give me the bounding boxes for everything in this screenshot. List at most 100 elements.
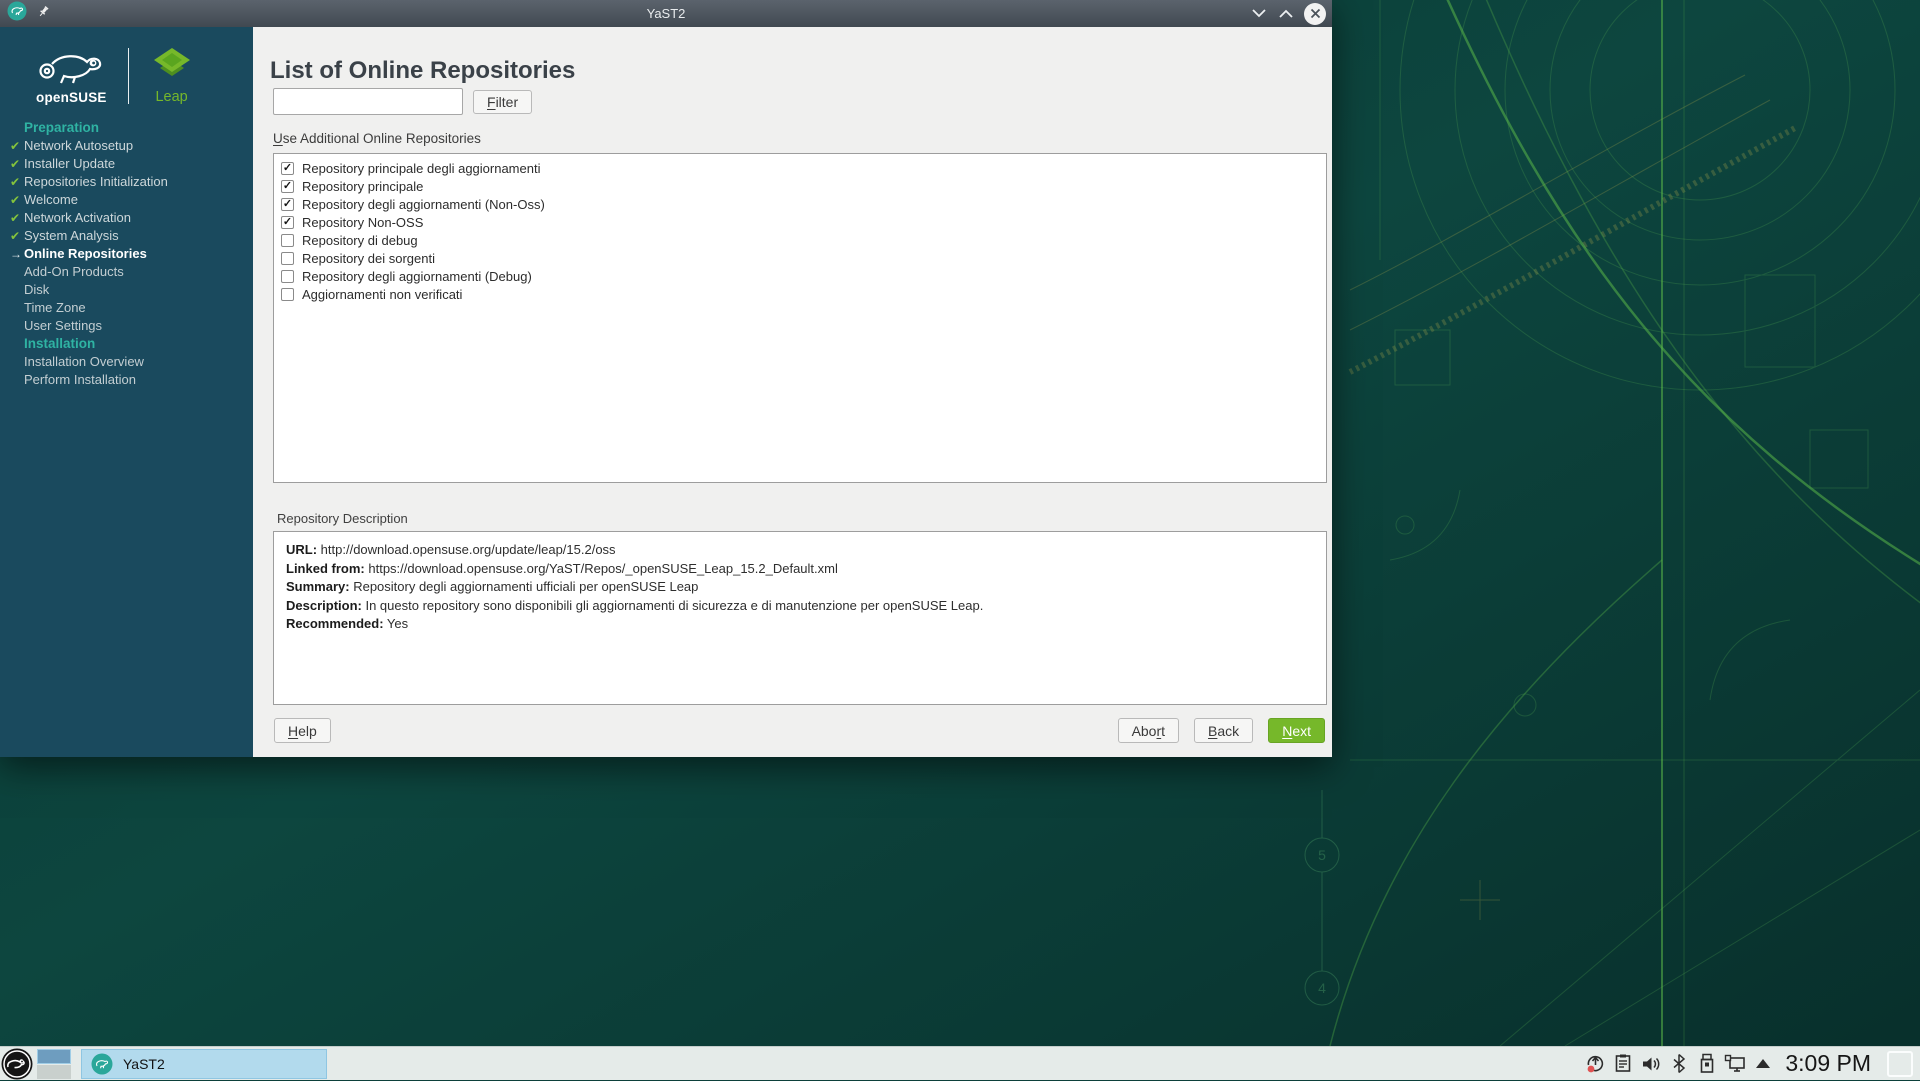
step-label: Network Activation — [24, 210, 131, 225]
pager-desktop-2[interactable] — [37, 1065, 71, 1079]
description-field-value: http://download.opensuse.org/update/leap… — [321, 542, 616, 557]
filter-button-key: F — [487, 94, 496, 110]
filter-input[interactable] — [273, 88, 463, 115]
virtual-desktop-pager[interactable] — [37, 1049, 71, 1079]
installer-step: Add-On Products — [10, 263, 247, 281]
task-label: YaST2 — [123, 1056, 165, 1072]
minimize-icon[interactable] — [1250, 5, 1268, 23]
installer-step: Installation — [10, 335, 247, 353]
description-line: Linked from: https://download.opensuse.o… — [286, 560, 1314, 579]
repository-row[interactable]: Aggiornamenti non verificati — [281, 285, 1326, 303]
opensuse-chameleon-logo — [37, 71, 105, 88]
description-line: URL: http://download.opensuse.org/update… — [286, 541, 1314, 560]
description-field-label: Recommended: — [286, 616, 384, 631]
repository-row[interactable]: Repository di debug — [281, 231, 1326, 249]
task-button-yast2[interactable]: YaST2 — [81, 1049, 327, 1079]
app-launcher-button[interactable] — [0, 1047, 34, 1081]
description-field-value: In questo repository sono disponibili gl… — [365, 598, 983, 613]
expand-tray-icon[interactable] — [1751, 1052, 1775, 1076]
pin-icon[interactable] — [37, 5, 50, 23]
repository-label: Repository di debug — [302, 233, 418, 248]
filter-button-post: ilter — [496, 94, 519, 110]
back-button[interactable]: Back — [1194, 718, 1253, 743]
maximize-icon[interactable] — [1277, 5, 1295, 23]
yast2-window: YaST2 — [0, 0, 1332, 757]
checkbox[interactable]: ✓ — [281, 162, 294, 175]
step-marker-icon: ✔ — [10, 191, 24, 209]
filter-button[interactable]: Filter — [473, 90, 532, 114]
checkbox[interactable] — [281, 288, 294, 301]
description-field-label: URL: — [286, 542, 317, 557]
checkbox[interactable]: ✓ — [281, 198, 294, 211]
description-line: Description: In questo repository sono d… — [286, 597, 1314, 616]
clipboard-icon[interactable] — [1611, 1052, 1635, 1076]
step-label: Perform Installation — [24, 372, 136, 387]
checkbox[interactable] — [281, 252, 294, 265]
step-marker-icon: ✔ — [10, 155, 24, 173]
installer-step: →Online Repositories — [10, 245, 247, 263]
description-field-label: Linked from: — [286, 561, 365, 576]
checkbox[interactable]: ✓ — [281, 180, 294, 193]
step-label: Time Zone — [24, 300, 86, 315]
description-field-value: Yes — [387, 616, 408, 631]
installer-step: Preparation — [10, 119, 247, 137]
step-marker-icon: ✔ — [10, 227, 24, 245]
volume-icon[interactable] — [1639, 1052, 1663, 1076]
installer-steps: Preparation ✔Network Autosetup ✔Installe… — [0, 113, 253, 389]
repository-row[interactable]: ✓ Repository Non-OSS — [281, 213, 1326, 231]
repository-description: URL: http://download.opensuse.org/update… — [273, 531, 1327, 705]
installer-step: Disk — [10, 281, 247, 299]
next-button[interactable]: Next — [1268, 718, 1325, 743]
close-icon[interactable] — [1304, 3, 1326, 25]
bluetooth-icon[interactable] — [1667, 1052, 1691, 1076]
step-marker-icon: ✔ — [10, 137, 24, 155]
repository-label: Repository Non-OSS — [302, 215, 423, 230]
checkbox[interactable]: ✓ — [281, 216, 294, 229]
installer-step: ✔Network Activation — [10, 209, 247, 227]
repository-list[interactable]: ✓ Repository principale degli aggiorname… — [273, 153, 1327, 483]
leap-diamond-logo — [150, 71, 194, 88]
step-marker-icon: → — [10, 245, 24, 263]
description-line: Recommended: Yes — [286, 615, 1314, 634]
description-field-value: Repository degli aggiornamenti ufficiali… — [353, 579, 698, 594]
repository-row[interactable]: Repository dei sorgenti — [281, 249, 1326, 267]
yast-app-icon — [7, 1, 27, 26]
checkbox[interactable] — [281, 270, 294, 283]
yast-task-icon — [91, 1053, 113, 1075]
step-label: Installer Update — [24, 156, 115, 171]
step-label: Installation — [24, 336, 95, 351]
main-pane: List of Online Repositories Filter Use A… — [253, 27, 1332, 757]
description-label: Repository Description — [277, 511, 408, 526]
description-field-value: https://download.opensuse.org/YaST/Repos… — [368, 561, 838, 576]
step-label: Preparation — [24, 120, 99, 135]
repository-row[interactable]: ✓ Repository principale — [281, 177, 1326, 195]
step-label: User Settings — [24, 318, 102, 333]
product-name: Leap — [150, 89, 194, 105]
pager-desktop-1[interactable] — [37, 1049, 71, 1065]
usb-device-icon[interactable] — [1695, 1052, 1719, 1076]
repo-list-label: Use Additional Online Repositories — [273, 131, 481, 146]
installer-step: Installation Overview — [10, 353, 247, 371]
repository-row[interactable]: Repository degli aggiornamenti (Debug) — [281, 267, 1326, 285]
installer-step: ✔Installer Update — [10, 155, 247, 173]
window-title: YaST2 — [0, 6, 1332, 21]
titlebar[interactable]: YaST2 — [0, 0, 1332, 27]
show-desktop-button[interactable] — [1887, 1051, 1913, 1077]
step-label: Disk — [24, 282, 49, 297]
step-label: Online Repositories — [24, 246, 147, 261]
opensuse-wordmark: openSUSE — [36, 90, 107, 105]
clock[interactable]: 3:09 PM — [1785, 1050, 1871, 1077]
installer-step: Time Zone — [10, 299, 247, 317]
help-button[interactable]: Help — [274, 718, 331, 743]
repository-row[interactable]: ✓ Repository degli aggiornamenti (Non-Os… — [281, 195, 1326, 213]
repository-row[interactable]: ✓ Repository principale degli aggiorname… — [281, 159, 1326, 177]
step-marker-icon: ✔ — [10, 209, 24, 227]
updates-icon[interactable] — [1583, 1052, 1607, 1076]
repository-label: Aggiornamenti non verificati — [302, 287, 462, 302]
repository-label: Repository degli aggiornamenti (Debug) — [302, 269, 532, 284]
checkbox[interactable] — [281, 234, 294, 247]
wallpaper-circle-5: 5 — [1318, 847, 1326, 863]
installer-sidebar: openSUSE Leap — [0, 27, 253, 757]
abort-button[interactable]: Abort — [1118, 718, 1179, 743]
network-icon[interactable] — [1723, 1052, 1747, 1076]
